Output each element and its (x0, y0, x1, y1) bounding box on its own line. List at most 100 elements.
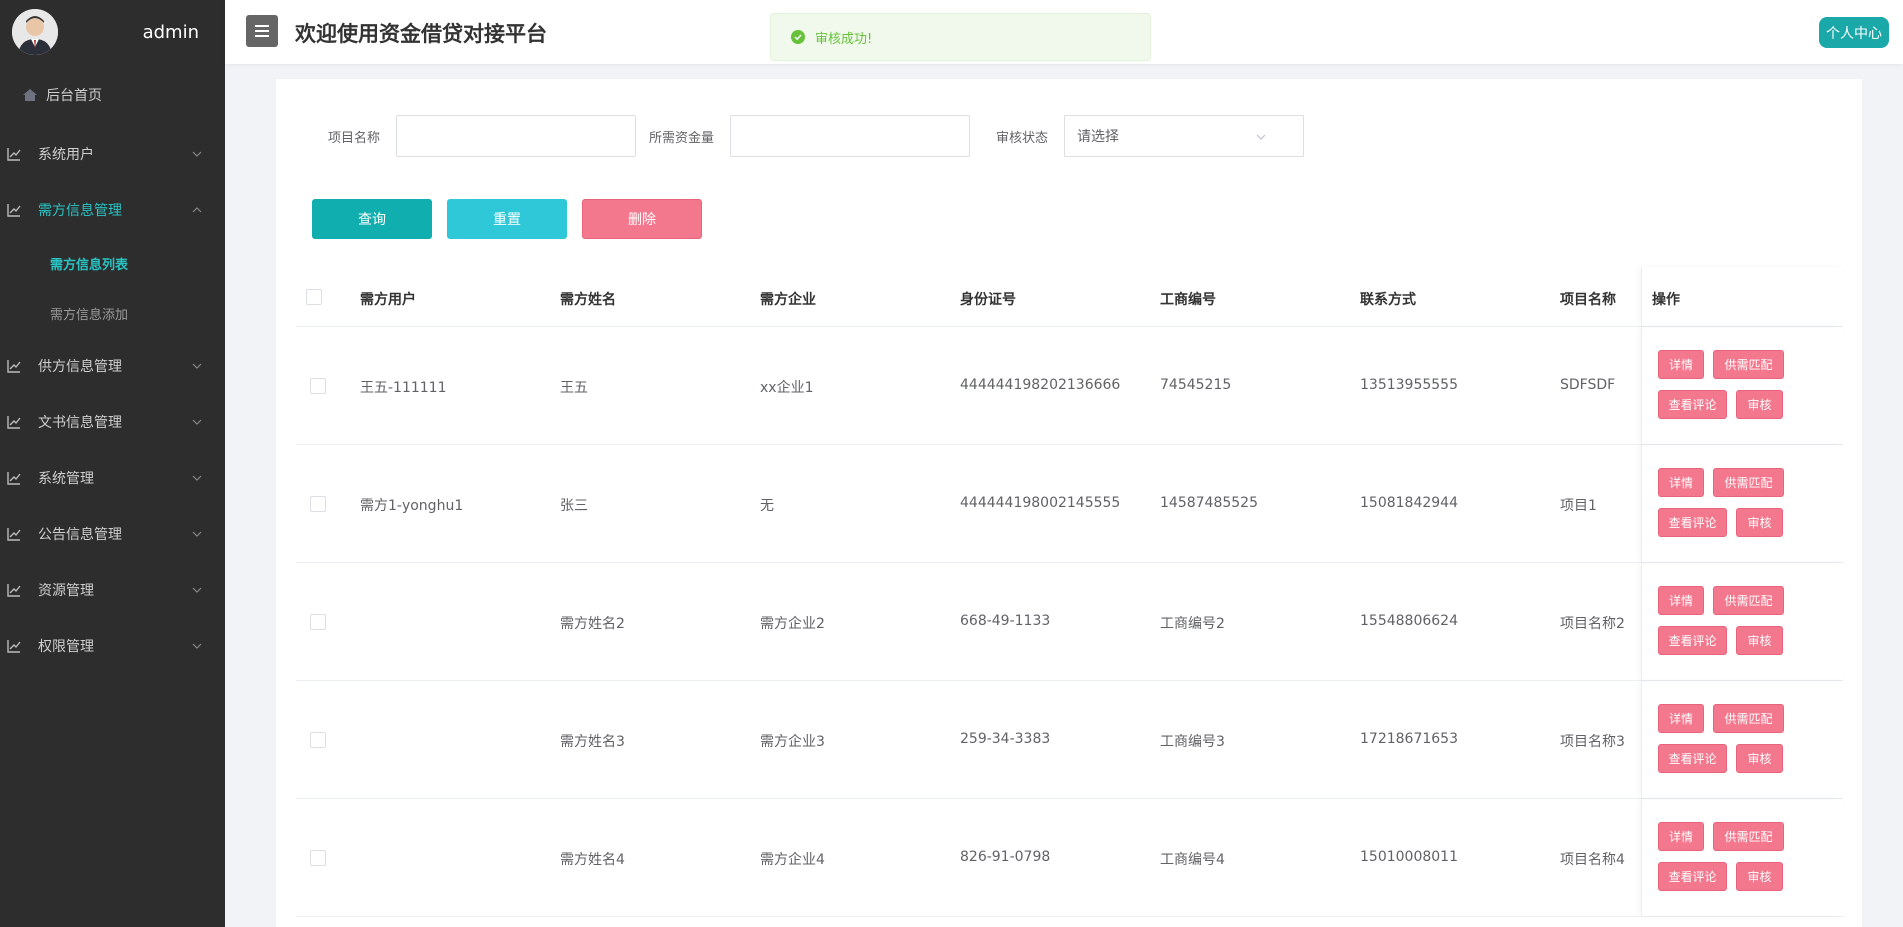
page-title: 欢迎使用资金借贷对接平台 (295, 22, 547, 46)
review-button[interactable]: 审核 (1736, 744, 1783, 773)
cell-company: xx企业1 (760, 380, 814, 396)
sidebar-item-home[interactable]: 后台首页 (0, 64, 225, 126)
cell-name: 需方姓名3 (560, 734, 625, 750)
cell-contact: 15548806624 (1360, 613, 1458, 629)
chart-edit-icon (6, 146, 22, 162)
supply-demand-match-button[interactable]: 供需匹配 (1713, 822, 1784, 851)
sidebar-profile: admin (0, 0, 225, 64)
row-checkbox[interactable] (310, 850, 326, 866)
detail-button[interactable]: 详情 (1658, 586, 1704, 615)
chevron-down-icon (191, 640, 203, 652)
cell-company: 需方企业3 (760, 734, 825, 750)
cell-project: SDFSDF (1560, 377, 1616, 393)
sidebar-item-resource-management[interactable]: 资源管理 (0, 562, 225, 618)
search-button[interactable]: 查询 (312, 199, 432, 239)
cell-company: 无 (760, 498, 774, 514)
toast-message: 审核成功! (815, 31, 873, 47)
cell-user: 需方1-yonghu1 (360, 498, 464, 514)
cell-id-number: 668-49-1133 (960, 613, 1051, 629)
review-button[interactable]: 审核 (1736, 390, 1783, 419)
chart-edit-icon (6, 470, 22, 486)
cell-name: 张三 (560, 498, 588, 514)
sidebar-item-system-users[interactable]: 系统用户 (0, 126, 225, 182)
cell-business-no: 工商编号2 (1160, 616, 1225, 632)
sidebar-item-document-management[interactable]: 文书信息管理 (0, 394, 225, 450)
table-row: 需方姓名3 需方企业3 259-34-3383 工商编号3 17218671653 项目名… (296, 681, 1843, 799)
delete-button[interactable]: 删除 (582, 199, 702, 239)
chevron-down-icon (191, 584, 203, 596)
reset-button[interactable]: 重置 (447, 199, 567, 239)
select-all-checkbox[interactable] (306, 289, 322, 305)
view-comments-button[interactable]: 查看评论 (1658, 862, 1727, 891)
supply-demand-match-button[interactable]: 供需匹配 (1713, 350, 1784, 379)
review-button[interactable]: 审核 (1736, 862, 1783, 891)
cell-id-number: 444444198002145555 (960, 495, 1121, 511)
sidebar-item-label: 系统用户 (38, 147, 94, 163)
chevron-down-icon (191, 416, 203, 428)
chevron-down-icon (191, 360, 203, 372)
row-checkbox[interactable] (310, 614, 326, 630)
cell-project: 项目名称2 (1560, 616, 1625, 632)
project-name-label: 项目名称 (328, 131, 381, 146)
supply-demand-match-button[interactable]: 供需匹配 (1713, 704, 1784, 733)
sidebar-item-supply-management[interactable]: 供方信息管理 (0, 338, 225, 394)
status-select[interactable]: 请选择 (1064, 115, 1304, 157)
chevron-down-icon (191, 528, 203, 540)
view-comments-button[interactable]: 查看评论 (1658, 626, 1727, 655)
sidebar-subitem-demand-list[interactable]: 需方信息列表 (0, 238, 225, 288)
chart-edit-icon (6, 358, 22, 374)
sidebar-item-label: 后台首页 (46, 88, 102, 104)
home-icon (22, 87, 38, 103)
sidebar-subitem-demand-add[interactable]: 需方信息添加 (0, 288, 225, 338)
review-button[interactable]: 审核 (1736, 626, 1783, 655)
sidebar-item-label: 公告信息管理 (38, 527, 122, 543)
cell-company: 需方企业4 (760, 852, 825, 868)
cell-project: 项目名称4 (1560, 852, 1625, 868)
project-name-input[interactable] (396, 115, 636, 157)
sidebar-item-label: 权限管理 (38, 639, 94, 655)
row-checkbox[interactable] (310, 732, 326, 748)
chevron-down-icon (191, 148, 203, 160)
cell-contact: 15081842944 (1360, 495, 1458, 511)
cell-id-number: 444444198202136666 (960, 377, 1121, 393)
cell-name: 需方姓名4 (560, 852, 625, 868)
row-checkbox[interactable] (310, 378, 326, 394)
view-comments-button[interactable]: 查看评论 (1658, 744, 1727, 773)
cell-company: 需方企业2 (760, 616, 825, 632)
amount-input[interactable] (730, 115, 970, 157)
chart-edit-icon (6, 414, 22, 430)
cell-id-number: 826-91-0798 (960, 849, 1051, 865)
chart-edit-icon (6, 582, 22, 598)
detail-button[interactable]: 详情 (1658, 468, 1704, 497)
detail-button[interactable]: 详情 (1658, 350, 1704, 379)
sidebar: admin 后台首页 系统用户 需方信息管理 需方信息列表 需方信息添加 供方信… (0, 0, 225, 927)
demand-table: 需方用户 需方姓名 需方企业 身份证号 工商编号 联系方式 项目名称 操作 王五… (296, 267, 1843, 917)
chart-edit-icon (6, 638, 22, 654)
sidebar-item-notice-management[interactable]: 公告信息管理 (0, 506, 225, 562)
cell-business-no: 74545215 (1160, 377, 1232, 393)
ops-column-header-cell: 操作 (1641, 267, 1843, 326)
sidebar-item-label: 需方信息管理 (38, 203, 122, 219)
sidebar-item-system-management[interactable]: 系统管理 (0, 450, 225, 506)
review-button[interactable]: 审核 (1736, 508, 1783, 537)
main-content-card: 项目名称 所需资金量 审核状态 请选择 查询 重置 删除 需方用户 需方姓名 需… (276, 79, 1862, 927)
status-label: 审核状态 (996, 131, 1049, 146)
cell-name: 需方姓名2 (560, 616, 625, 632)
row-actions: 详情 供需匹配查看评论 审核 (1641, 799, 1843, 916)
sidebar-item-permission-management[interactable]: 权限管理 (0, 618, 225, 674)
menu-toggle-button[interactable] (246, 15, 278, 47)
view-comments-button[interactable]: 查看评论 (1658, 390, 1727, 419)
supply-demand-match-button[interactable]: 供需匹配 (1713, 468, 1784, 497)
sidebar-item-demand-management[interactable]: 需方信息管理 (0, 182, 225, 238)
avatar[interactable] (12, 9, 58, 55)
chevron-down-icon (1255, 131, 1267, 143)
status-select-placeholder: 请选择 (1077, 129, 1119, 145)
row-checkbox[interactable] (310, 496, 326, 512)
search-form: 项目名称 所需资金量 审核状态 请选择 (276, 115, 1862, 157)
view-comments-button[interactable]: 查看评论 (1658, 508, 1727, 537)
detail-button[interactable]: 详情 (1658, 822, 1704, 851)
supply-demand-match-button[interactable]: 供需匹配 (1713, 586, 1784, 615)
table-body: 王五-111111 王五 xx企业1 444444198202136666 745452… (296, 327, 1843, 917)
detail-button[interactable]: 详情 (1658, 704, 1704, 733)
personal-center-button[interactable]: 个人中心 (1819, 17, 1889, 48)
